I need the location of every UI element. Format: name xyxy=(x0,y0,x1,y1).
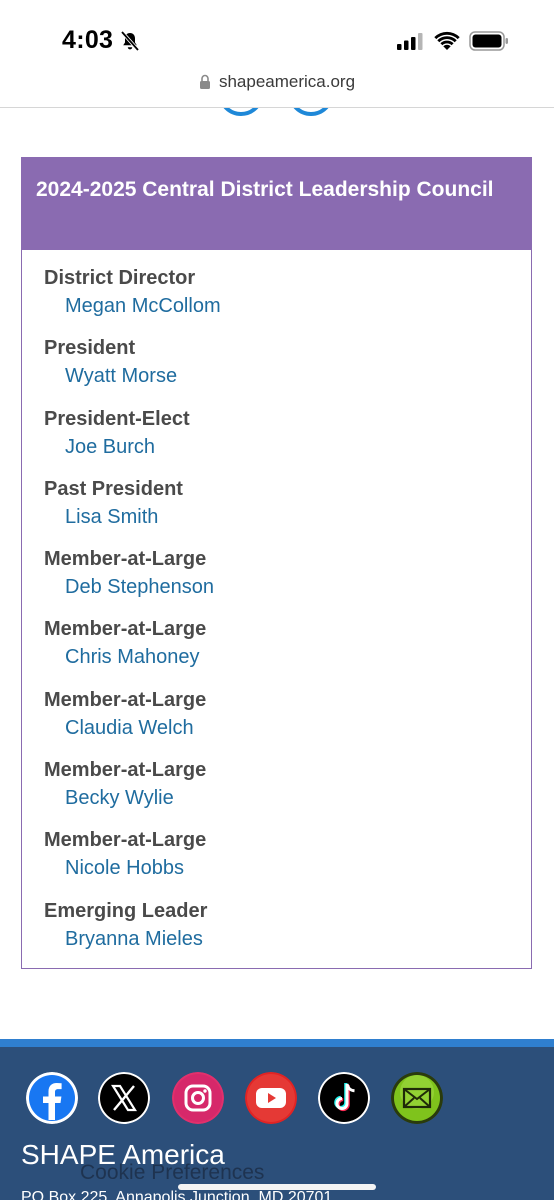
role-title: Member-at-Large xyxy=(44,548,207,571)
bell-slash-icon xyxy=(120,30,140,52)
role-title: President-Elect xyxy=(44,407,190,430)
tiktok-icon[interactable] xyxy=(318,1072,370,1124)
list-item: Member-at-Large Nicole Hobbs xyxy=(44,826,531,896)
member-name-link[interactable]: Deb Stephenson xyxy=(44,573,214,601)
address-bar[interactable]: shapeamerica.org xyxy=(0,72,554,102)
list-item: Member-at-Large Claudia Welch xyxy=(44,686,531,756)
wifi-icon xyxy=(434,31,460,50)
member-name-link[interactable]: Claudia Welch xyxy=(44,714,194,742)
twitter-icon[interactable] xyxy=(288,108,334,120)
role-title: Member-at-Large xyxy=(44,829,207,852)
instagram-icon[interactable] xyxy=(172,1072,224,1124)
role-title: Member-at-Large xyxy=(44,618,207,641)
member-name-link[interactable]: Joe Burch xyxy=(44,433,155,461)
role-title: Past President xyxy=(44,477,183,500)
member-name-link[interactable]: Nicole Hobbs xyxy=(44,854,184,882)
list-item: President-Elect Joe Burch xyxy=(44,405,531,475)
member-name-link[interactable]: Bryanna Mieles xyxy=(44,925,203,953)
status-bar: 4:03 xyxy=(0,0,554,70)
member-name-link[interactable]: Wyatt Morse xyxy=(44,362,177,390)
list-item: Past President Lisa Smith xyxy=(44,475,531,545)
email-icon[interactable] xyxy=(391,1072,443,1124)
x-icon[interactable] xyxy=(98,1072,150,1124)
leadership-council-card: 2024-2025 Central District Leadership Co… xyxy=(21,157,532,969)
list-item: Member-at-Large Deb Stephenson xyxy=(44,545,531,615)
youtube-icon[interactable] xyxy=(245,1072,297,1124)
facebook-icon[interactable] xyxy=(26,1072,78,1124)
role-title: Member-at-Large xyxy=(44,688,207,711)
footer-accent-bar xyxy=(0,1039,554,1047)
list-item: Member-at-Large Chris Mahoney xyxy=(44,615,531,685)
cookie-preferences-link[interactable]: Cookie Preferences xyxy=(80,1161,264,1185)
list-item: Emerging Leader Bryanna Mieles xyxy=(44,897,531,967)
list-item: Member-at-Large Becky Wylie xyxy=(44,756,531,826)
site-footer: SHAPE America Cookie Preferences PO Box … xyxy=(0,1047,554,1200)
member-name-link[interactable]: Chris Mahoney xyxy=(44,643,200,671)
lock-icon xyxy=(199,74,210,89)
card-title: 2024-2025 Central District Leadership Co… xyxy=(36,178,494,201)
url-text: shapeamerica.org xyxy=(218,72,356,91)
role-title: Emerging Leader xyxy=(44,899,208,922)
facebook-icon[interactable] xyxy=(218,108,264,120)
list-item: President Wyatt Morse xyxy=(44,334,531,404)
status-time: 4:03 xyxy=(62,26,114,54)
role-title: President xyxy=(44,337,136,360)
address-bar-divider xyxy=(0,107,554,108)
card-header: 2024-2025 Central District Leadership Co… xyxy=(22,158,531,250)
battery-icon xyxy=(469,31,508,51)
member-name-link[interactable]: Lisa Smith xyxy=(44,503,158,531)
home-indicator[interactable] xyxy=(178,1184,376,1190)
role-title: District Director xyxy=(44,267,196,289)
member-name-link[interactable]: Becky Wylie xyxy=(44,784,174,812)
member-name-link[interactable]: Megan McCollom xyxy=(44,292,221,320)
list-item: District Director Megan McCollom xyxy=(44,264,531,334)
footer-address: PO Box 225, Annapolis Junction, MD 20701 xyxy=(21,1189,333,1200)
roles-list: District Director Megan McCollom Preside… xyxy=(22,250,531,967)
cellular-signal-icon xyxy=(397,33,423,50)
role-title: Member-at-Large xyxy=(44,759,207,782)
